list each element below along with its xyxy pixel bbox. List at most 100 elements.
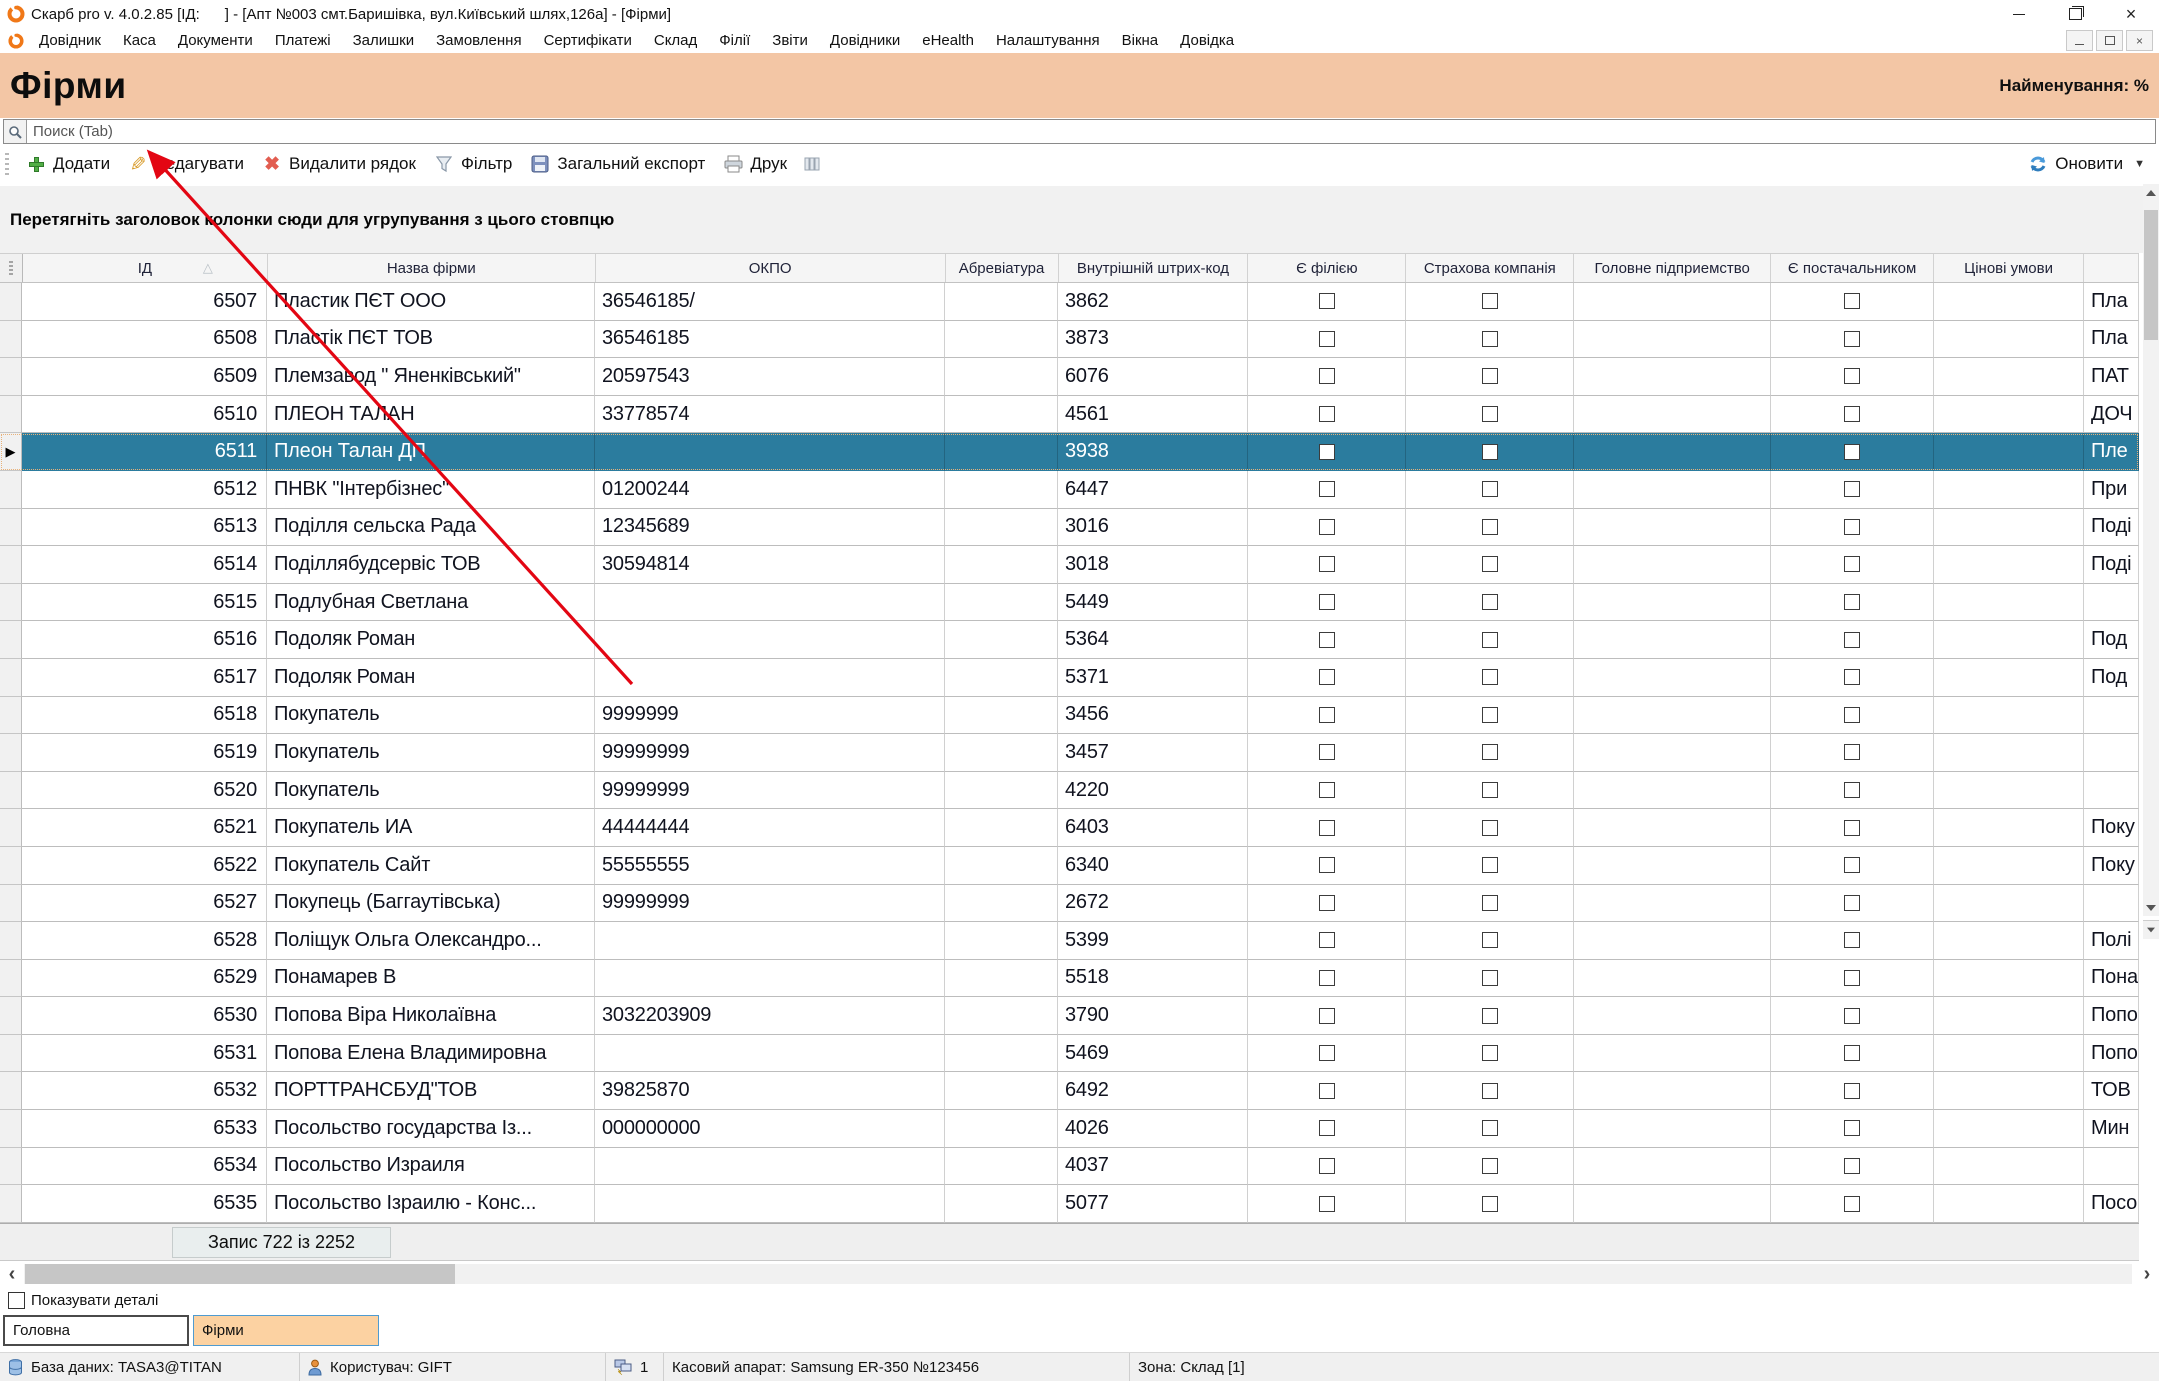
table-row[interactable]: 6508Пластік ПЄТ ТОВ365461853873Пла [0,321,2139,359]
table-row[interactable]: 6530Попова Віра Николаївна30322039093790… [0,997,2139,1035]
close-button[interactable]: × [2103,0,2159,28]
row-checkbox[interactable] [1482,1008,1498,1024]
table-row[interactable]: 6532ПОРТТРАНСБУД"ТОВ398258706492ТОВ [0,1072,2139,1110]
show-details-checkbox[interactable] [8,1292,25,1309]
row-checkbox[interactable] [1844,707,1860,723]
tab-firms[interactable]: Фірми [193,1315,379,1346]
row-checkbox[interactable] [1482,331,1498,347]
menu-item-5[interactable]: Залишки [342,32,426,49]
menu-item-3[interactable]: Документи [167,32,264,49]
row-checkbox[interactable] [1844,932,1860,948]
row-checkbox[interactable] [1482,519,1498,535]
table-row[interactable]: 6510ПЛЕОН ТАЛАН337785744561ДОЧ [0,396,2139,434]
row-checkbox[interactable] [1319,1083,1335,1099]
scroll-up-button[interactable] [2143,184,2159,201]
minimize-button[interactable] [1991,0,2047,28]
column-header-abbr[interactable]: Абревіатура [946,254,1059,282]
table-row[interactable]: 6512ПНВК "Інтербізнес"012002446447При [0,471,2139,509]
row-checkbox[interactable] [1482,556,1498,572]
column-header-clipped-column[interactable] [2084,254,2139,282]
table-row[interactable]: 6533Посольство государства Із...00000000… [0,1110,2139,1148]
scroll-more-button[interactable] [2143,920,2159,939]
column-chooser-icon[interactable] [802,154,822,174]
row-checkbox[interactable] [1844,331,1860,347]
print-button[interactable]: Друк [714,150,796,178]
row-checkbox[interactable] [1844,1008,1860,1024]
row-checkbox[interactable] [1844,857,1860,873]
vertical-scrollbar[interactable] [2143,184,2159,916]
edit-button[interactable]: ✎ Редагувати [119,150,253,178]
row-checkbox[interactable] [1482,594,1498,610]
table-row[interactable]: 6520Покупатель999999994220 [0,772,2139,810]
column-header-main-enterprise[interactable]: Головне підприемство [1574,254,1771,282]
row-checkbox[interactable] [1319,481,1335,497]
menu-item-13[interactable]: Налаштування [985,32,1111,49]
scroll-down-button[interactable] [2143,899,2159,916]
row-checkbox[interactable] [1319,669,1335,685]
column-header-is-branch[interactable]: Є філією [1248,254,1406,282]
row-checkbox[interactable] [1319,782,1335,798]
refresh-dropdown-icon[interactable]: ▼ [2134,158,2145,170]
toolbar-grip-handle[interactable] [5,153,9,175]
row-checkbox[interactable] [1319,1196,1335,1212]
row-checkbox[interactable] [1319,932,1335,948]
table-row[interactable]: 6522Покупатель Сайт555555556340Поку [0,847,2139,885]
row-checkbox[interactable] [1482,293,1498,309]
row-checkbox[interactable] [1482,707,1498,723]
row-checkbox[interactable] [1482,932,1498,948]
row-checkbox[interactable] [1844,293,1860,309]
row-checkbox[interactable] [1482,632,1498,648]
menu-item-12[interactable]: eHealth [911,32,985,49]
filter-button[interactable]: Фільтр [425,150,521,178]
mdi-restore-button[interactable] [2096,30,2123,51]
row-checkbox[interactable] [1844,632,1860,648]
row-checkbox[interactable] [1844,368,1860,384]
row-checkbox[interactable] [1319,368,1335,384]
row-checkbox[interactable] [1844,406,1860,422]
row-checkbox[interactable] [1482,1120,1498,1136]
row-checkbox[interactable] [1482,1196,1498,1212]
scroll-right-button[interactable]: › [2137,1262,2157,1286]
menu-item-7[interactable]: Сертифікати [533,32,643,49]
add-button[interactable]: Додати [17,150,119,178]
menu-item-9[interactable]: Філії [708,32,761,49]
table-row[interactable]: 6529Понамарев В5518Пона [0,960,2139,998]
delete-row-button[interactable]: ✖ Видалити рядок [253,150,425,178]
row-checkbox[interactable] [1844,970,1860,986]
row-checkbox[interactable] [1844,1196,1860,1212]
table-row[interactable]: 6534Посольство Израиля4037 [0,1148,2139,1186]
column-header-price-terms[interactable]: Цінові умови [1934,254,2084,282]
table-row[interactable]: 6514Поділлябудсервіс ТОВ305948143018Поді [0,546,2139,584]
menu-item-6[interactable]: Замовлення [425,32,532,49]
row-checkbox[interactable] [1319,444,1335,460]
table-row[interactable]: 6516Подоляк Роман5364Под [0,621,2139,659]
row-checkbox[interactable] [1844,895,1860,911]
horizontal-scrollbar-track[interactable] [24,1264,2132,1284]
row-checkbox[interactable] [1319,1120,1335,1136]
row-checkbox[interactable] [1482,782,1498,798]
row-checkbox[interactable] [1844,669,1860,685]
row-checkbox[interactable] [1844,444,1860,460]
row-checkbox[interactable] [1844,519,1860,535]
table-row[interactable]: 6509Племзавод " Яненківський"20597543607… [0,358,2139,396]
row-checkbox[interactable] [1844,1083,1860,1099]
refresh-button[interactable]: Оновити ▼ [2028,154,2145,174]
column-header-is-supplier[interactable]: Є постачальником [1771,254,1934,282]
row-checkbox[interactable] [1844,782,1860,798]
row-checkbox[interactable] [1319,519,1335,535]
table-row[interactable]: ▶6511Плеон Талан ДП3938Пле [0,433,2139,471]
menu-item-8[interactable]: Склад [643,32,708,49]
tab-main[interactable]: Головна [3,1315,189,1346]
row-checkbox[interactable] [1319,556,1335,572]
row-checkbox[interactable] [1844,1045,1860,1061]
row-checkbox[interactable] [1319,1158,1335,1174]
column-header-insurance-company[interactable]: Страхова компанія [1406,254,1574,282]
row-checkbox[interactable] [1482,1083,1498,1099]
column-header-barcode[interactable]: Внутрішній штрих-код [1059,254,1249,282]
mdi-minimize-button[interactable] [2066,30,2093,51]
row-checkbox[interactable] [1482,368,1498,384]
show-details-toggle[interactable]: Показувати деталі [8,1292,158,1309]
table-row[interactable]: 6531Попова Елена Владимировна5469Попо [0,1035,2139,1073]
search-icon-button[interactable] [4,120,27,143]
row-checkbox[interactable] [1482,669,1498,685]
